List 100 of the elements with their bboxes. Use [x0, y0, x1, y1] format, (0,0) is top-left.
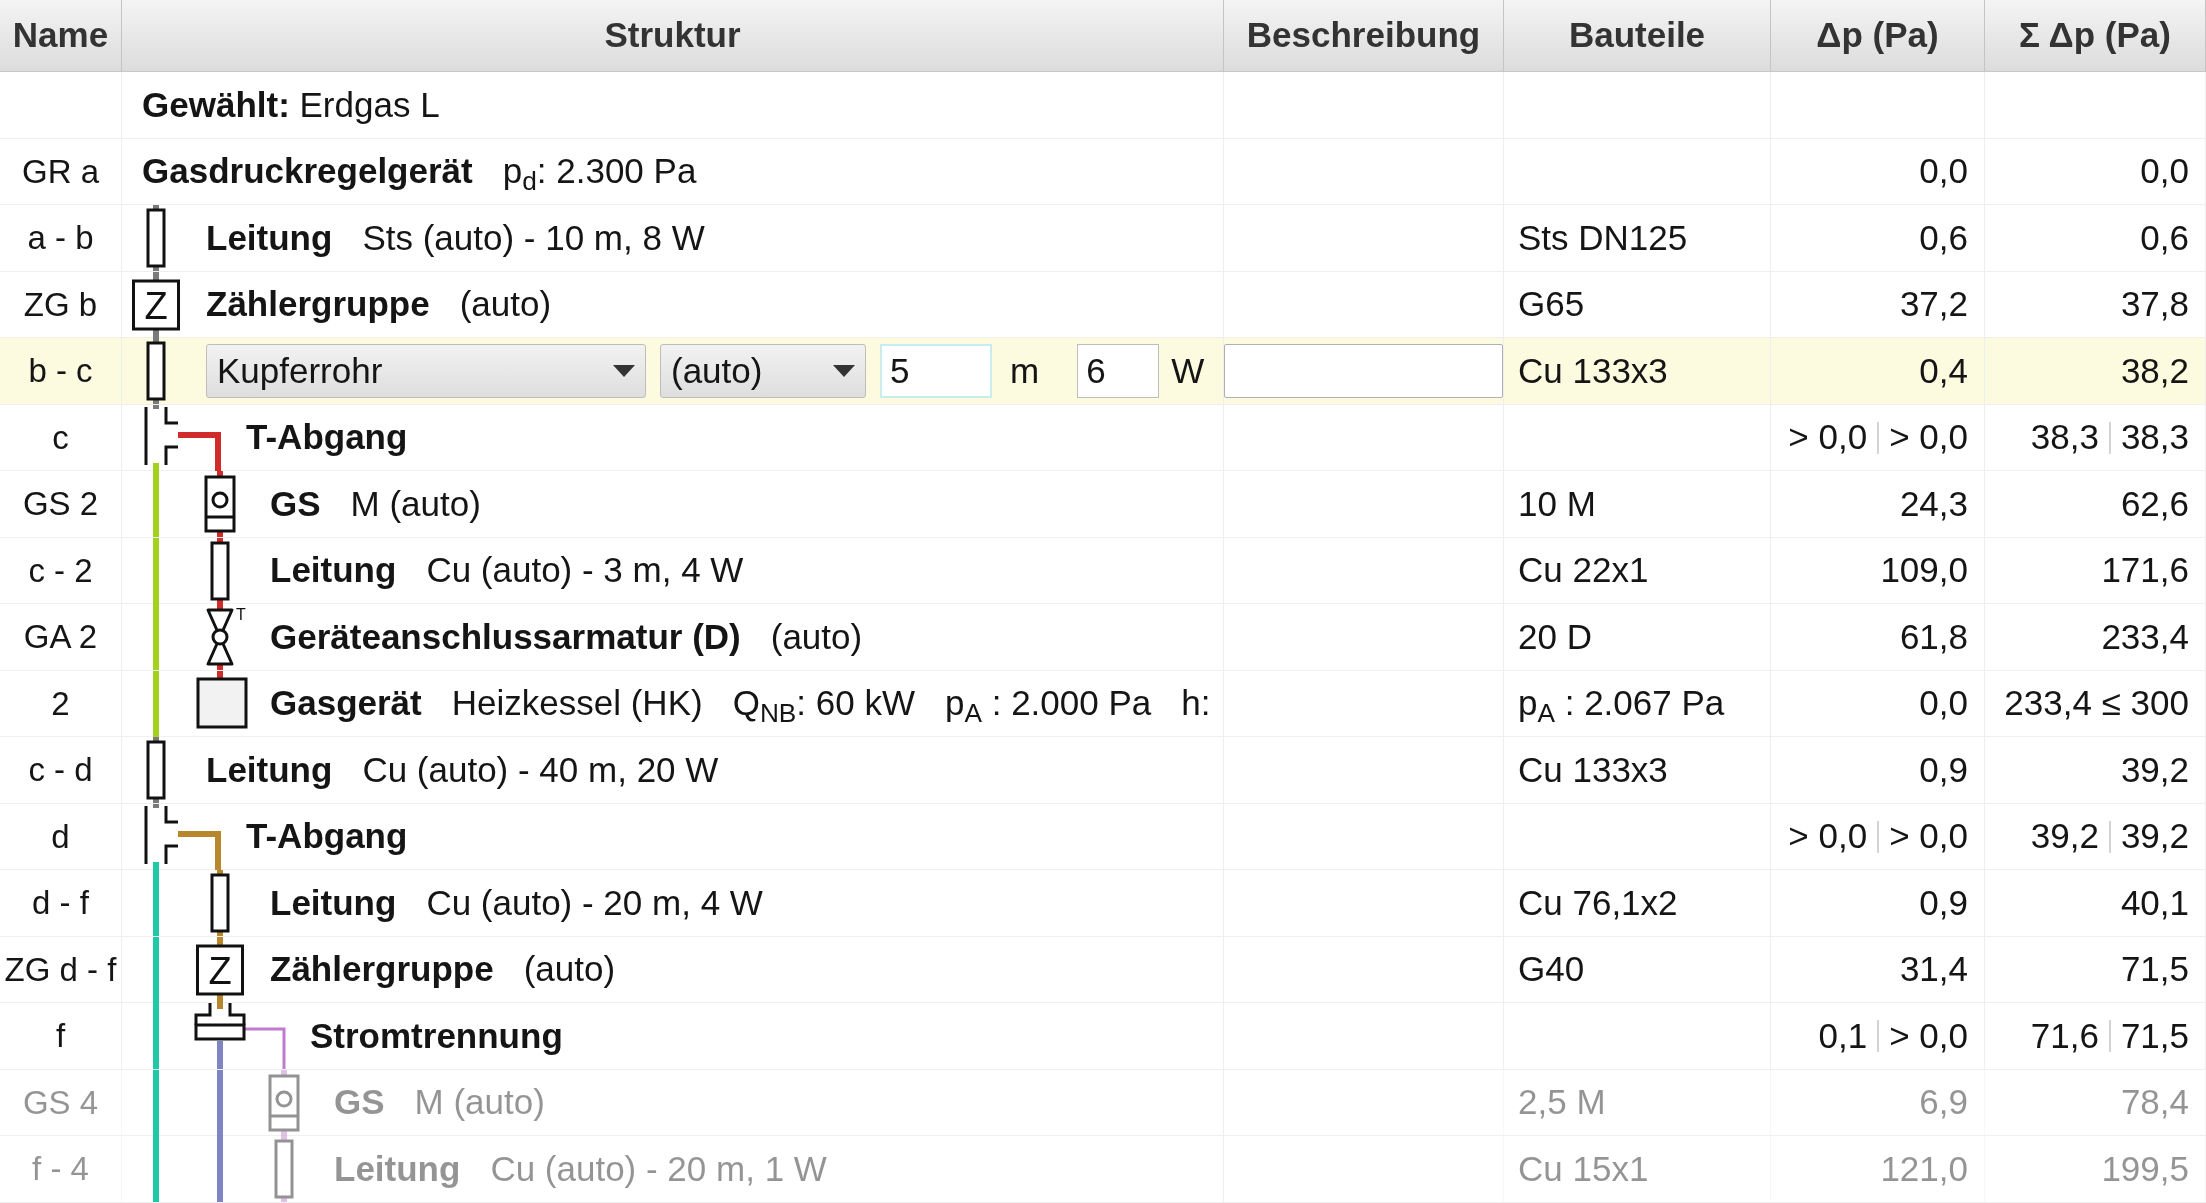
- pressure-sum: 62,6: [2120, 482, 2189, 525]
- component-title: Leitung: [334, 1147, 461, 1190]
- column-header[interactable]: Beschreibung: [1224, 0, 1504, 71]
- component-spec: 2,5 M: [1518, 1081, 1606, 1124]
- table-row[interactable]: ZG d - f Z Zählergruppe (auto) G40 31,4 71,5: [0, 936, 2206, 1003]
- component-spec: Cu 76,1x2: [1518, 881, 1678, 924]
- row-name: b - c: [28, 351, 93, 392]
- pressure-sum: 171,6: [2101, 549, 2189, 592]
- column-header[interactable]: Bauteile: [1504, 0, 1771, 71]
- unit-label: m: [1010, 349, 1040, 392]
- pressure-drop: 0,9: [1919, 748, 1968, 791]
- component-detail: Heizkessel (HK): [451, 682, 703, 725]
- pressure-drop: 24,3: [1899, 482, 1968, 525]
- component-title: Gasdruckregelgerät: [142, 150, 473, 192]
- row-name: d: [51, 816, 70, 857]
- component-detail: (auto): [459, 283, 552, 326]
- column-header[interactable]: Struktur: [122, 0, 1224, 71]
- pressure-drop: > 0,0: [1889, 1014, 1968, 1057]
- flow-separator-icon: [196, 1003, 286, 1069]
- pressure-drop: 0,0: [1919, 682, 1968, 725]
- column-header[interactable]: Σ Δp (Pa): [1985, 0, 2206, 71]
- table-row[interactable]: d - f Leitung Cu (auto) - 20 m, 4 W Cu 76,1x2 0,9 40,1: [0, 870, 2206, 937]
- component-title: Zählergruppe: [206, 283, 430, 326]
- row-name: f - 4: [32, 1149, 89, 1190]
- table-row[interactable]: GS 2 GS M (auto) 10 M 24,3 62,6: [0, 471, 2206, 538]
- pressure-sum: 199,5: [2101, 1147, 2189, 1190]
- row-name: c: [52, 417, 69, 458]
- input-field[interactable]: 6: [1077, 344, 1160, 398]
- table-row[interactable]: b - c Kupferrohr (auto) 5 m 6 W Cu 133x3 0,4 38,2: [0, 338, 2206, 405]
- pressure-drop: 0,9: [1919, 881, 1968, 924]
- row-name: a - b: [27, 218, 94, 259]
- pressure-sum: 39,2: [2120, 748, 2189, 791]
- component-spec: p$_{A}$ : 2.067 Pa: [1518, 682, 1725, 730]
- row-name: ZG d - f: [4, 949, 117, 990]
- component-spec: G40: [1518, 948, 1585, 991]
- pressure-drop: 6,9: [1919, 1081, 1968, 1124]
- component-title: GS: [334, 1081, 385, 1124]
- component-title: T-Abgang: [246, 416, 408, 459]
- component-title: T-Abgang: [246, 815, 408, 858]
- component-detail: Cu (auto) - 40 m, 20 W: [362, 748, 719, 791]
- component-spec: Cu 15x1: [1518, 1147, 1649, 1190]
- selected-gas-label: Gewählt: Erdgas L: [142, 83, 440, 126]
- table-row[interactable]: ZG b Z Zählergruppe (auto) G65 37,2 37,8: [0, 271, 2206, 338]
- pressure-drop: 109,0: [1880, 549, 1968, 592]
- caret-icon: [833, 365, 855, 377]
- pressure-sum: 37,8: [2120, 283, 2189, 326]
- pressure-drop: 37,2: [1899, 283, 1968, 326]
- table-row[interactable]: Gewählt: Erdgas L: [0, 72, 2206, 139]
- row-name: GA 2: [23, 617, 98, 658]
- pressure-sum: 39,2: [2030, 815, 2099, 858]
- component-title: Stromtrennung: [310, 1014, 563, 1057]
- pressure-drop: > 0,0: [1889, 416, 1968, 459]
- component-detail: (auto): [523, 948, 616, 991]
- pressure-drop: > 0,0: [1889, 815, 1968, 858]
- component-spec: 20 D: [1518, 615, 1592, 658]
- caret-icon: [613, 365, 635, 377]
- pressure-drop: 61,8: [1899, 615, 1968, 658]
- component-spec: Cu 133x3: [1518, 748, 1668, 791]
- row-name: GS 4: [22, 1082, 99, 1123]
- pressure-drop: 0,1: [1818, 1014, 1868, 1057]
- component-title: Gasgerät: [270, 682, 422, 725]
- pressure-drop: 121,0: [1880, 1147, 1968, 1190]
- component-detail: (auto): [770, 615, 863, 658]
- row-name: c - 2: [28, 550, 93, 591]
- dropdown[interactable]: Kupferrohr: [206, 344, 646, 398]
- component-title: GS: [270, 482, 321, 525]
- pressure-sum: 71,6: [2030, 1014, 2099, 1057]
- row-name: ZG b: [23, 284, 98, 325]
- table-row[interactable]: c T-Abgang > 0,0 > 0,0 38,3 38,3: [0, 404, 2206, 471]
- pressure-sum: 38,2: [2120, 349, 2189, 392]
- table-row[interactable]: f Stromtrennung 0,1 > 0,0 71,6 71,5: [0, 1003, 2206, 1070]
- component-spec: Cu 133x3: [1518, 349, 1668, 392]
- column-header[interactable]: Name: [0, 0, 122, 71]
- table-row[interactable]: a - b Leitung Sts (auto) - 10 m, 8 W Sts DN125 0,6 0,6: [0, 205, 2206, 272]
- pressure-drop: 0,6: [1919, 216, 1968, 259]
- component-title: Leitung: [270, 881, 397, 924]
- row-name: GS 2: [22, 484, 99, 525]
- unit-label: W: [1171, 349, 1205, 392]
- pressure-sum: 38,3: [2030, 416, 2099, 459]
- component-detail: M (auto): [350, 482, 481, 525]
- table-row[interactable]: c - d Leitung Cu (auto) - 40 m, 20 W Cu 133x3 0,9 39,2: [0, 737, 2206, 804]
- table-row[interactable]: GA 2 T Geräteanschlussarmatur (D) (auto) 20 D 61,8 233,4: [0, 604, 2206, 671]
- table-row[interactable]: d T-Abgang > 0,0 > 0,0 39,2 39,2: [0, 803, 2206, 870]
- component-title: Leitung: [270, 549, 397, 592]
- pressure-sum: 71,5: [2120, 948, 2189, 991]
- row-name: 2: [51, 683, 70, 724]
- component-spec: Cu 22x1: [1518, 549, 1649, 592]
- column-header[interactable]: Δp (Pa): [1771, 0, 1985, 71]
- component-title: Geräteanschlussarmatur (D): [270, 615, 741, 658]
- dropdown[interactable]: (auto): [660, 344, 866, 398]
- pressure-sum: 0,0: [2140, 150, 2189, 192]
- input-field[interactable]: [1224, 344, 1503, 398]
- pressure-drop: > 0,0: [1788, 416, 1868, 459]
- pressure-drop: 0,0: [1919, 150, 1968, 192]
- input-field[interactable]: 5: [880, 344, 992, 398]
- pressure-sum: 71,5: [2120, 1014, 2189, 1057]
- table-row[interactable]: GR a Gasdruckregelgerät p$_{d}$: 2.300 Pa 0,0 0,0: [0, 138, 2206, 205]
- table-row[interactable]: c - 2 Leitung Cu (auto) - 3 m, 4 W Cu 22x1 109,0 171,6: [0, 537, 2206, 604]
- component-spec: 10 M: [1518, 482, 1596, 525]
- component-detail: Q$_{NB}$: 60 kW: [732, 682, 915, 730]
